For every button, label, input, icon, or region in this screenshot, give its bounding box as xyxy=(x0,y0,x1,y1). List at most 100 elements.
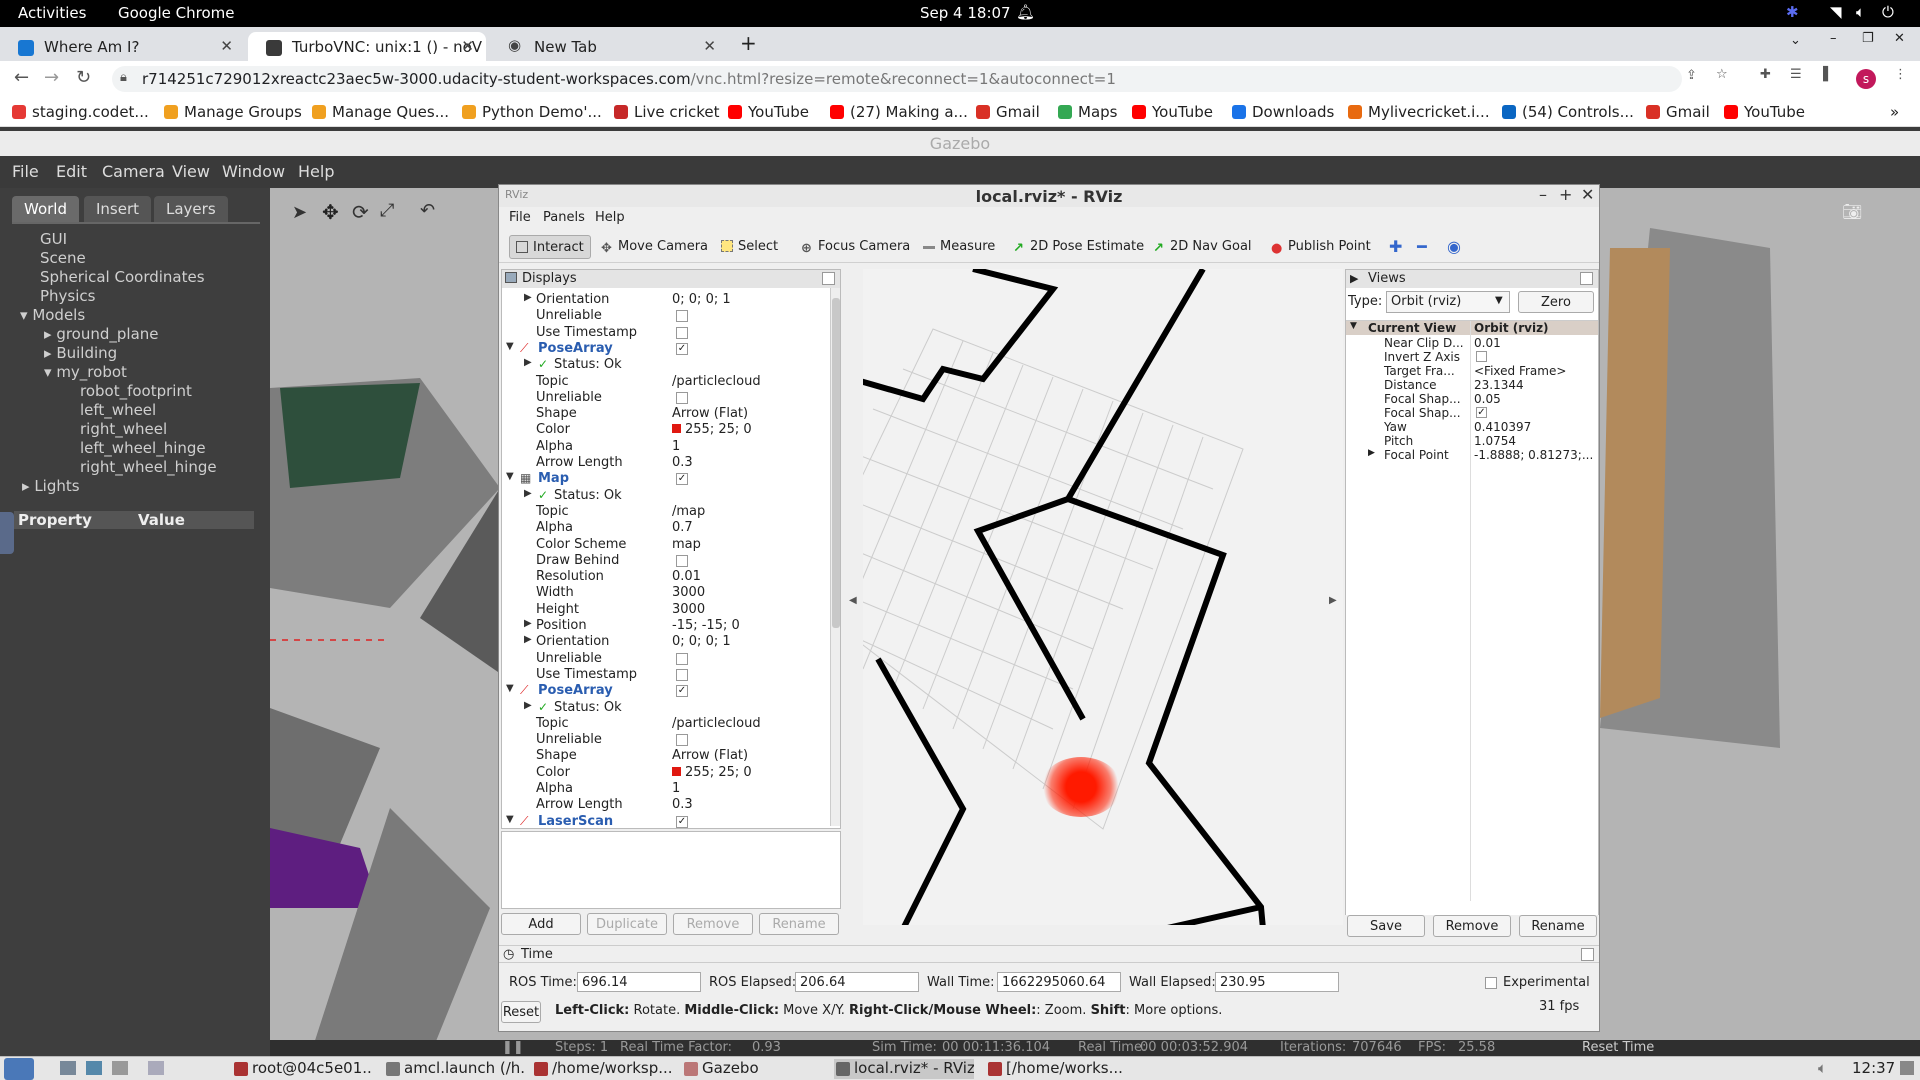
scale-tool-icon[interactable]: ⤢ xyxy=(380,200,394,221)
display-property-row[interactable]: ▶ ✓ Status: Ok xyxy=(502,488,828,504)
property-value-cell[interactable]: 0; 0; 0; 1 xyxy=(672,292,731,307)
tree-item-my-robot[interactable]: ▾ my_robot xyxy=(44,363,127,381)
experimental-checkbox[interactable] xyxy=(1485,977,1497,989)
expand-right-icon[interactable]: ▸ xyxy=(22,477,34,495)
view-property-value[interactable]: 23.1344 xyxy=(1474,378,1524,392)
display-property-row[interactable]: Color 255; 25; 0 xyxy=(502,765,828,781)
panel-collapse-handle[interactable] xyxy=(0,512,14,554)
property-value[interactable]: 0.3 xyxy=(672,455,693,470)
display-property-row[interactable]: Alpha 0.7 xyxy=(502,520,828,536)
more-bookmarks-icon[interactable]: » xyxy=(1890,103,1899,121)
color-swatch[interactable] xyxy=(672,424,681,434)
display-property-row[interactable]: Shape Arrow (Flat) xyxy=(502,406,828,422)
property-checkbox[interactable] xyxy=(676,310,688,323)
tab-turbovnc[interactable]: TurboVNC: unix:1 () - noV ✕ xyxy=(248,32,486,61)
tab-world[interactable]: World xyxy=(12,196,79,222)
property-value-cell[interactable]: Arrow (Flat) xyxy=(672,406,748,421)
wall-elapsed-field[interactable]: 230.95 xyxy=(1215,972,1339,992)
property-checkbox[interactable]: ✓ xyxy=(676,342,688,355)
collapse-right-icon[interactable]: ▶ xyxy=(1329,595,1337,606)
taskbar-item[interactable]: Gazebo xyxy=(682,1059,822,1079)
interact-tool[interactable]: Interact xyxy=(509,235,591,259)
close-icon[interactable]: ✕ xyxy=(1581,185,1594,204)
omnibox[interactable]: 🔒︎ r714251c729012xreactc23aec5w-3000.uda… xyxy=(112,66,1682,92)
wifi-icon[interactable]: ◥ xyxy=(1830,3,1842,21)
display-property-row[interactable]: Arrow Length 0.3 xyxy=(502,797,828,813)
menu-help[interactable]: Help xyxy=(298,162,334,181)
display-property-row[interactable]: ▶ Orientation 0; 0; 0; 1 xyxy=(502,634,828,650)
tab-where-am-i[interactable]: Where Am I? ✕ xyxy=(0,32,245,61)
move-camera-tool[interactable]: ✥ Move Camera xyxy=(595,235,714,259)
bookmark-item[interactable]: (54) Controls... xyxy=(1502,103,1634,121)
reset-time-button[interactable]: Reset Time xyxy=(1582,1040,1654,1055)
tree-item-link[interactable]: robot_footprint xyxy=(80,382,192,400)
property-value[interactable]: 1 xyxy=(672,439,680,454)
bookmark-item[interactable]: Gmail xyxy=(976,103,1040,121)
view-property-row[interactable]: Distance 23.1344 xyxy=(1346,378,1598,392)
property-checkbox[interactable]: ✓ xyxy=(676,473,688,486)
tree-item-physics[interactable]: Physics xyxy=(40,287,95,305)
close-icon[interactable]: ✕ xyxy=(703,37,716,55)
view-property-row[interactable]: Focal Shap... ✓ xyxy=(1346,406,1598,420)
menu-window[interactable]: Window xyxy=(222,162,285,181)
tree-item-ground-plane[interactable]: ▸ ground_plane xyxy=(44,325,159,343)
tree-item-gui[interactable]: GUI xyxy=(40,230,67,248)
property-value[interactable]: /particlecloud xyxy=(672,716,761,731)
publish-point-tool[interactable]: ● Publish Point xyxy=(1265,235,1377,259)
display-property-row[interactable]: Topic/map xyxy=(502,504,828,520)
app-menu[interactable]: Google Chrome xyxy=(118,4,235,22)
add-display-button[interactable]: Add xyxy=(501,913,581,935)
zero-button[interactable]: Zero xyxy=(1518,291,1594,313)
show-desktop-icon[interactable] xyxy=(60,1061,76,1075)
property-value-cell[interactable]: 0; 0; 0; 1 xyxy=(672,634,731,649)
extensions-icon[interactable]: ✚ xyxy=(1760,67,1771,82)
display-property-row[interactable]: ▶ ✓ Status: Ok xyxy=(502,357,828,373)
display-property-row[interactable]: Use Timestamp xyxy=(502,325,828,341)
view-property-value[interactable]: -1.8888; 0.81273;... xyxy=(1474,448,1593,462)
display-item-laser[interactable]: ▼ ⟋ LaserScan ✓ xyxy=(502,814,828,828)
display-property-row[interactable]: ▶ ✓ Status: Ok xyxy=(502,700,828,716)
bookmark-item[interactable]: (27) Making a... xyxy=(830,103,968,121)
property-value-cell[interactable]: map xyxy=(672,537,701,552)
property-value-cell[interactable]: 255; 25; 0 xyxy=(672,765,752,780)
close-icon[interactable]: ✕ xyxy=(461,37,474,55)
file-manager-icon[interactable] xyxy=(86,1061,102,1075)
tree-item-link[interactable]: right_wheel xyxy=(80,420,167,438)
nav-goal-tool[interactable]: ↗ 2D Nav Goal xyxy=(1147,235,1258,259)
expand-right-icon[interactable]: ▶ xyxy=(524,292,532,303)
tool-properties-icon[interactable]: ◉ xyxy=(1447,237,1461,256)
taskbar-item[interactable]: /home/worksp... xyxy=(532,1059,672,1079)
side-panel-icon[interactable]: ▐ xyxy=(1818,67,1828,82)
property-value[interactable]: /particlecloud xyxy=(672,374,761,389)
property-checkbox[interactable]: ✓ xyxy=(676,685,688,698)
close-icon[interactable]: ✕ xyxy=(220,37,233,55)
remove-view-button[interactable]: Remove xyxy=(1433,915,1511,937)
taskbar-item[interactable]: amcl.launch (/h... xyxy=(384,1059,524,1079)
bookmark-item[interactable]: YouTube xyxy=(728,103,809,121)
taskbar-item[interactable]: root@04c5e01... xyxy=(232,1059,372,1079)
view-property-value[interactable]: 0.05 xyxy=(1474,392,1501,406)
property-value[interactable]: Arrow (Flat) xyxy=(672,748,748,763)
maximize-icon[interactable]: + xyxy=(1559,185,1572,204)
display-property-row[interactable]: ▶ Position -15; -15; 0 xyxy=(502,618,828,634)
tab-layers[interactable]: Layers xyxy=(154,196,228,222)
tab-new-tab[interactable]: ◉ New Tab ✕ xyxy=(490,32,728,61)
save-view-button[interactable]: Save xyxy=(1347,915,1425,937)
bookmark-item[interactable]: Manage Ques... xyxy=(312,103,449,121)
tree-item-link[interactable]: left_wheel xyxy=(80,401,156,419)
tree-item-joint[interactable]: right_wheel_hinge xyxy=(80,458,217,476)
bookmark-item[interactable]: Maps xyxy=(1058,103,1117,121)
property-value[interactable]: 255; 25; 0 xyxy=(685,422,752,437)
tree-item-building[interactable]: ▸ Building xyxy=(44,344,117,362)
select-tool-icon[interactable]: ➤ xyxy=(292,202,307,223)
view-property-row[interactable]: Invert Z Axis xyxy=(1346,350,1598,364)
property-value[interactable]: 0; 0; 0; 1 xyxy=(672,634,731,649)
display-property-row[interactable]: Arrow Length 0.3 xyxy=(502,455,828,471)
expand-right-icon[interactable]: ▶ xyxy=(524,618,532,629)
property-value-cell[interactable]: 1 xyxy=(672,781,680,796)
display-property-row[interactable]: Draw Behind xyxy=(502,553,828,569)
rename-view-button[interactable]: Rename xyxy=(1519,915,1597,937)
property-value-cell[interactable]: 3000 xyxy=(672,602,705,617)
expand-down-icon[interactable]: ▼ xyxy=(506,814,514,825)
property-checkbox[interactable] xyxy=(676,554,688,567)
